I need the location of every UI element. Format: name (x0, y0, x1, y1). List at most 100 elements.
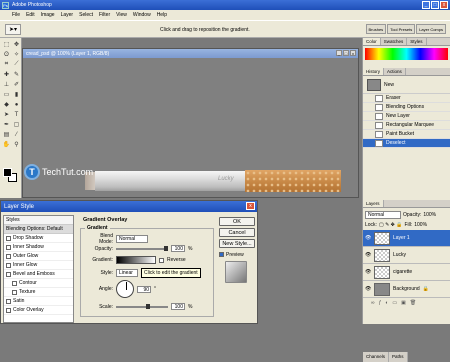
menu-file[interactable]: File (12, 12, 20, 18)
new-layer-icon[interactable]: ▣ (401, 300, 406, 306)
path-select-icon[interactable]: ➤ (2, 110, 11, 119)
minimize-button[interactable]: _ (422, 1, 430, 9)
style-item[interactable]: Contour (4, 279, 73, 288)
healing-tool-icon[interactable]: ✚ (2, 70, 11, 79)
menu-image[interactable]: Image (41, 12, 55, 18)
folder-icon[interactable]: ▭ (392, 300, 397, 306)
cancel-button[interactable]: Cancel (219, 228, 255, 237)
dialog-close-button[interactable]: x (246, 202, 255, 210)
crop-tool-icon[interactable]: ⌗ (2, 60, 11, 69)
hand-tool-icon[interactable]: ✋ (2, 140, 11, 149)
scale-slider-handle[interactable] (146, 303, 150, 309)
menu-edit[interactable]: Edit (26, 12, 35, 18)
gradient-picker[interactable] (116, 256, 156, 264)
fill-value[interactable]: 100% (414, 222, 427, 228)
style-item[interactable]: Texture (4, 288, 73, 297)
history-item[interactable]: Paint Bucket (363, 130, 450, 139)
checkbox-icon[interactable] (6, 235, 11, 241)
move-tool-icon[interactable]: ✥ (12, 40, 21, 49)
menu-filter[interactable]: Filter (99, 12, 110, 18)
checkbox-icon[interactable] (6, 253, 11, 259)
well-brushes[interactable]: Brushes (365, 24, 387, 34)
style-item[interactable]: Drop Shadow (4, 234, 73, 243)
checkbox-icon[interactable] (6, 298, 11, 304)
layer-row[interactable]: 👁 Layer 1 (363, 230, 450, 247)
well-tool-presets[interactable]: Tool Presets (387, 24, 416, 34)
tab-actions[interactable]: Actions (384, 68, 406, 75)
blending-options-item[interactable]: Blending Options: Default (4, 225, 73, 234)
shape-tool-icon[interactable]: ▢ (12, 120, 21, 129)
close-button[interactable]: x (440, 1, 448, 9)
history-item[interactable]: New Layer (363, 112, 450, 121)
blur-tool-icon[interactable]: ◆ (2, 100, 11, 109)
preview-checkbox[interactable] (219, 252, 224, 257)
opacity-slider-handle[interactable] (164, 245, 168, 251)
checkbox-icon[interactable] (12, 289, 17, 295)
menu-select[interactable]: Select (79, 12, 93, 18)
trash-icon[interactable]: 🗑 (410, 300, 416, 306)
checkbox-icon[interactable] (6, 262, 11, 268)
angle-input[interactable]: 90 (137, 285, 151, 293)
slice-tool-icon[interactable]: ⟋ (12, 60, 21, 69)
style-item[interactable]: Bevel and Emboss (4, 270, 73, 279)
history-brush-icon[interactable]: ✐ (12, 80, 21, 89)
tab-paths[interactable]: Paths (389, 352, 408, 362)
magic-wand-icon[interactable]: ✧ (12, 50, 21, 59)
tab-swatches[interactable]: Swatches (381, 38, 408, 45)
opacity-input[interactable]: 100 (171, 245, 185, 252)
color-ramp[interactable] (365, 48, 448, 60)
doc-close-button[interactable]: x (350, 50, 356, 56)
eye-icon[interactable]: 👁 (365, 286, 371, 292)
fx-icon[interactable]: ƒ (379, 300, 382, 306)
maximize-button[interactable]: □ (431, 1, 439, 9)
doc-minimize-button[interactable]: _ (336, 50, 342, 56)
angle-dial[interactable] (116, 280, 134, 298)
tab-channels[interactable]: Channels (363, 352, 390, 362)
scale-slider[interactable] (116, 303, 168, 309)
layer-row[interactable]: 👁 Background 🔒 (363, 281, 450, 298)
checkbox-icon[interactable] (12, 280, 17, 286)
lock-icons[interactable]: ▢ ✎ ✥ 🔒 (379, 222, 403, 228)
eye-icon[interactable]: 👁 (365, 252, 371, 258)
style-select[interactable]: Linear (116, 269, 138, 277)
brush-tool-icon[interactable]: ✎ (12, 70, 21, 79)
ok-button[interactable]: OK (219, 217, 255, 226)
style-item[interactable]: Inner Shadow (4, 243, 73, 252)
zoom-tool-icon[interactable]: ⚲ (12, 140, 21, 149)
history-snapshot[interactable]: New (363, 76, 450, 94)
well-layer-comps[interactable]: Layer Comps (416, 24, 446, 34)
menu-layer[interactable]: Layer (61, 12, 74, 18)
reverse-checkbox[interactable] (159, 257, 164, 263)
layer-blend-mode-select[interactable]: Normal (365, 210, 401, 219)
eye-icon[interactable]: 👁 (365, 235, 371, 241)
style-item[interactable]: Satin (4, 297, 73, 306)
tab-history[interactable]: History (363, 68, 385, 75)
layer-row[interactable]: 👁 cigarette (363, 264, 450, 281)
opacity-slider[interactable] (116, 245, 168, 251)
pen-tool-icon[interactable]: ✒ (2, 120, 11, 129)
layer-opacity-value[interactable]: 100% (423, 212, 436, 218)
style-item[interactable]: Outer Glow (4, 252, 73, 261)
style-item[interactable]: Inner Glow (4, 261, 73, 270)
styles-header[interactable]: Styles (4, 216, 73, 225)
eraser-tool-icon[interactable]: ▭ (2, 90, 11, 99)
type-tool-icon[interactable]: T (12, 110, 21, 119)
layer-row[interactable]: 👁 Lucky (363, 247, 450, 264)
mask-icon[interactable]: ◐ (385, 300, 388, 306)
scale-input[interactable]: 100 (171, 303, 185, 310)
notes-tool-icon[interactable]: ▤ (2, 130, 11, 139)
lasso-tool-icon[interactable]: ʘ (2, 50, 11, 59)
foreground-color-swatch[interactable] (3, 168, 12, 177)
style-item[interactable]: Color Overlay (4, 306, 73, 315)
doc-maximize-button[interactable]: □ (343, 50, 349, 56)
new-style-button[interactable]: New Style... (219, 239, 255, 248)
tab-color[interactable]: Color (363, 38, 381, 45)
history-item[interactable]: Eraser (363, 94, 450, 103)
move-tool-preset-icon[interactable]: ➤▾ (5, 24, 21, 35)
marquee-tool-icon[interactable]: ⬚ (2, 40, 11, 49)
menu-window[interactable]: Window (133, 12, 151, 18)
blend-mode-select[interactable]: Normal (116, 235, 148, 243)
history-item-selected[interactable]: Deselect (363, 139, 450, 148)
eyedropper-icon[interactable]: ⁄ (12, 130, 21, 139)
menu-help[interactable]: Help (157, 12, 167, 18)
